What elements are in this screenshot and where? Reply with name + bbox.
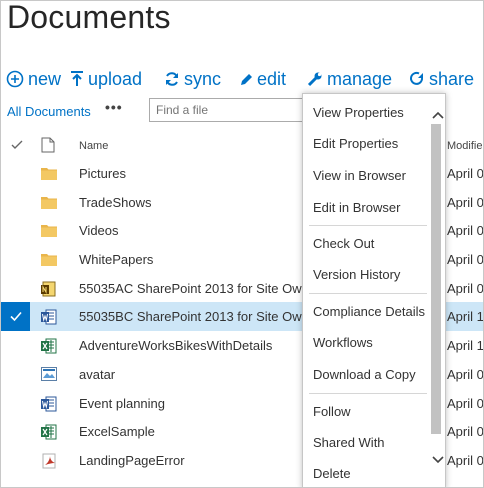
checkmark-icon — [10, 312, 22, 322]
share-button[interactable]: share — [409, 67, 479, 91]
onenote-icon — [41, 281, 57, 297]
sync-button-label: sync — [184, 68, 222, 89]
scroll-up-chevron-icon[interactable] — [431, 110, 445, 120]
menu-item-edit-properties[interactable]: Edit Properties — [313, 136, 398, 151]
find-a-file-input[interactable] — [149, 98, 304, 122]
document-name-link[interactable]: LandingPageError — [79, 453, 185, 468]
excel-icon — [41, 338, 57, 354]
modified-date: April 0 — [447, 452, 484, 468]
folder-icon — [41, 252, 57, 267]
modified-date: April 0 — [447, 252, 484, 268]
menu-item-edit-in-browser[interactable]: Edit in Browser — [313, 200, 400, 215]
sync-button[interactable]: sync — [164, 67, 239, 91]
document-name-link[interactable]: AdventureWorksBikesWithDetails — [79, 338, 272, 353]
plus-circle-icon — [6, 70, 24, 88]
document-name-link[interactable]: avatar — [79, 367, 115, 382]
document-library-page: Documents new upload sync edit manage sh… — [0, 0, 484, 488]
modified-date: April 0 — [447, 223, 484, 239]
upload-button[interactable]: upload — [70, 67, 164, 91]
upload-icon — [71, 71, 83, 86]
pencil-icon — [241, 74, 252, 85]
word-icon — [41, 396, 57, 411]
menu-item-workflows[interactable]: Workflows — [313, 335, 373, 350]
menu-item-view-properties[interactable]: View Properties — [313, 105, 404, 120]
modified-date: April 0 — [447, 424, 484, 440]
share-icon — [410, 71, 423, 85]
document-name-link[interactable]: TradeShows — [79, 195, 152, 210]
menu-item-download-a-copy[interactable]: Download a Copy — [313, 367, 416, 382]
document-name-link[interactable]: Pictures — [79, 166, 126, 181]
word-icon — [41, 309, 57, 325]
page-title: Documents — [7, 0, 171, 35]
document-name-link[interactable]: WhitePapers — [79, 252, 153, 267]
row-select-checkbox[interactable] — [1, 302, 30, 332]
row-select-checkbox[interactable] — [1, 188, 30, 217]
all-documents-view-link[interactable]: All Documents — [7, 104, 91, 119]
folder-icon — [41, 166, 57, 181]
select-all-checkmark-icon[interactable] — [11, 139, 23, 151]
new-button[interactable]: new — [6, 67, 70, 91]
upload-button-label: upload — [88, 68, 143, 89]
wrench-icon — [307, 72, 322, 87]
modified-date: April 1 — [447, 309, 484, 325]
document-name-link[interactable]: Event planning — [79, 396, 165, 411]
menu-item-version-history[interactable]: Version History — [313, 267, 400, 282]
menu-item-compliance-details[interactable]: Compliance Details — [313, 304, 425, 319]
row-select-checkbox[interactable] — [1, 245, 30, 274]
menu-separator — [309, 225, 427, 226]
row-select-checkbox[interactable] — [1, 446, 30, 475]
modified-date: April 0 — [447, 366, 484, 382]
share-button-label: share — [429, 68, 475, 89]
menu-separator — [309, 393, 427, 394]
modified-date: April 0 — [447, 280, 484, 296]
row-select-checkbox[interactable] — [1, 417, 30, 446]
row-select-checkbox[interactable] — [1, 389, 30, 418]
excel-icon — [41, 424, 57, 440]
modified-date: April 1 — [447, 338, 484, 354]
menu-item-shared-with[interactable]: Shared With — [313, 435, 385, 450]
row-select-checkbox[interactable] — [1, 360, 30, 389]
row-select-checkbox[interactable] — [1, 331, 30, 360]
image-icon — [41, 366, 57, 382]
edit-button-label: edit — [257, 68, 287, 89]
manage-context-menu: View Properties Edit Properties View in Br… — [302, 93, 446, 487]
menu-scrollbar-thumb[interactable] — [431, 124, 441, 434]
document-name-link[interactable]: ExcelSample — [79, 424, 155, 439]
menu-item-delete[interactable]: Delete — [313, 466, 351, 481]
folder-icon — [41, 223, 57, 238]
view-selector: All Documents — [7, 101, 91, 121]
modified-date: April 0 — [447, 395, 484, 411]
file-type-header-icon — [41, 137, 55, 153]
edit-button[interactable]: edit — [239, 67, 307, 91]
document-name-link[interactable]: Videos — [79, 223, 119, 238]
row-select-checkbox[interactable] — [1, 216, 30, 245]
scroll-down-chevron-icon[interactable] — [431, 455, 445, 465]
row-select-checkbox[interactable] — [1, 159, 30, 188]
manage-button[interactable]: manage — [307, 67, 409, 91]
folder-icon — [41, 195, 57, 210]
sync-icon — [166, 72, 178, 86]
more-views-button[interactable]: ••• — [105, 99, 123, 115]
menu-separator — [309, 293, 427, 294]
document-name-link[interactable]: 55035BC SharePoint 2013 for Site Owner — [79, 309, 320, 324]
new-button-label: new — [28, 68, 62, 89]
menu-item-view-in-browser[interactable]: View in Browser — [313, 168, 406, 183]
document-name-link[interactable]: 55035AC SharePoint 2013 for Site Owner — [79, 281, 320, 296]
menu-item-follow[interactable]: Follow — [313, 404, 351, 419]
modified-date: April 0 — [447, 194, 484, 210]
manage-button-label: manage — [327, 68, 393, 89]
row-select-checkbox[interactable] — [1, 274, 30, 303]
name-column-header[interactable]: Name — [79, 140, 108, 152]
pdf-icon — [41, 453, 57, 469]
menu-item-check-out[interactable]: Check Out — [313, 236, 374, 251]
command-bar: new upload sync edit manage share — [6, 67, 479, 91]
modified-column-header[interactable]: Modifie — [447, 140, 482, 152]
modified-date: April 0 — [447, 166, 484, 181]
